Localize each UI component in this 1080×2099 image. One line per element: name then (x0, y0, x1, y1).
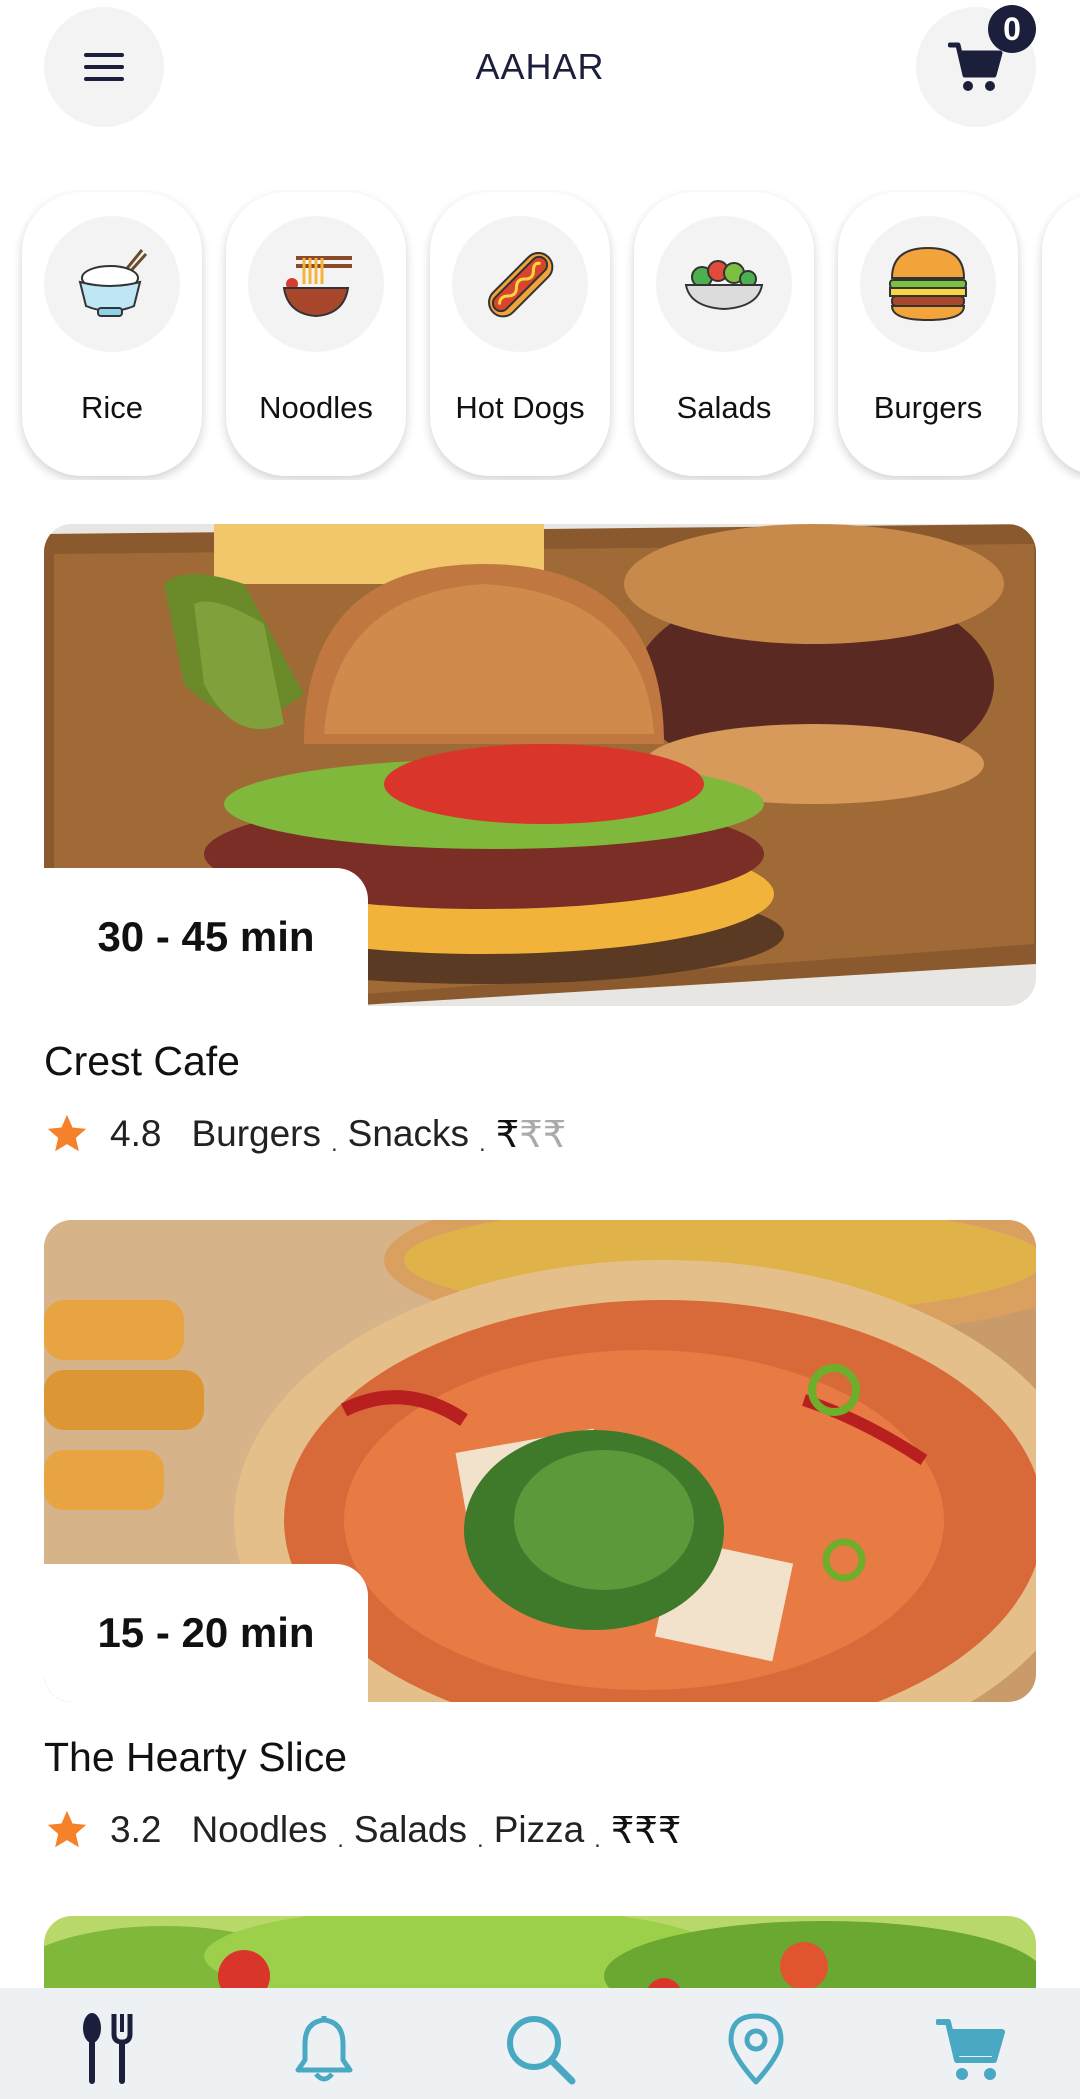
category-rice[interactable]: Rice (22, 192, 202, 476)
category-label: Hot Dogs (455, 390, 585, 425)
rating-value: 4.8 (110, 1113, 162, 1154)
restaurant-meta: 3.2 Noodles . Salads . Pizza . ₹₹₹ (44, 1807, 1036, 1853)
cuisine-tag: Salads (353, 1809, 468, 1850)
burger-photo: 30 - 45 min (44, 524, 1036, 1006)
separator-dot: . (594, 1826, 601, 1853)
rating-value: 3.2 (110, 1809, 162, 1850)
category-noodles[interactable]: Noodles (226, 192, 406, 476)
cart-icon (936, 2018, 1005, 2080)
category-icon-holder (656, 216, 792, 352)
search-icon (507, 2015, 576, 2084)
category-icon-holder (44, 216, 180, 352)
pizza-photo: 15 - 20 min (44, 1220, 1036, 1702)
category-icon-holder (248, 216, 384, 352)
cart-count-badge: 0 (988, 5, 1036, 53)
app-header: AAHAR 0 (0, 0, 1080, 140)
cuisine-tag: Snacks (347, 1113, 470, 1154)
price-level-active: ₹₹₹ (610, 1809, 682, 1851)
bell-icon (295, 2015, 353, 2081)
star-icon (47, 1114, 87, 1152)
fork-knife-icon (83, 2012, 133, 2084)
cuisine-tag: Noodles (191, 1809, 328, 1850)
nav-restaurants[interactable] (63, 2004, 153, 2094)
category-carousel[interactable]: Rice Noodles Hot Dogs Salads Burgers (0, 190, 1080, 480)
category-icon-holder (452, 216, 588, 352)
separator-dot: . (477, 1826, 484, 1853)
noodles-bowl-icon (282, 256, 352, 318)
salad-bowl-icon (684, 260, 764, 311)
restaurant-name: Crest Cafe (44, 1038, 240, 1084)
delivery-time-tag: 15 - 20 min (44, 1564, 368, 1702)
bottom-navigation (0, 1988, 1080, 2099)
nav-notifications[interactable] (279, 2004, 369, 2094)
category-label: Noodles (259, 390, 373, 425)
restaurant-card[interactable]: 30 - 45 min Crest Cafe 4.8 Burgers . Sna… (44, 524, 1036, 1157)
nav-search[interactable] (495, 2004, 585, 2094)
price-level-active: ₹ (495, 1113, 520, 1155)
separator-dot: . (337, 1826, 344, 1853)
category-burgers[interactable]: Burgers (838, 192, 1018, 476)
restaurant-card[interactable]: 15 - 20 min The Hearty Slice 3.2 Noodles… (44, 1220, 1036, 1853)
rice-bowl-icon (78, 249, 148, 317)
category-icon-holder (860, 216, 996, 352)
nav-cart[interactable] (927, 2004, 1017, 2094)
separator-dot: . (331, 1130, 338, 1157)
restaurant-meta: 4.8 Burgers . Snacks . ₹ ₹₹ (44, 1111, 1036, 1157)
category-hot-dogs[interactable]: Hot Dogs (430, 192, 610, 476)
category-label: Rice (80, 390, 143, 425)
restaurant-name: The Hearty Slice (44, 1734, 348, 1780)
separator-dot: . (479, 1130, 486, 1157)
cuisine-tag: Burgers (191, 1113, 321, 1154)
cart-icon (948, 42, 1003, 91)
location-pin-icon (728, 2013, 784, 2084)
category-next-partial[interactable] (1042, 192, 1080, 476)
star-icon (47, 1810, 87, 1848)
category-salads[interactable]: Salads (634, 192, 814, 476)
burger-icon (889, 246, 967, 322)
nav-location[interactable] (711, 2004, 801, 2094)
hot-dog-icon (488, 252, 554, 318)
price-level-inactive: ₹₹ (519, 1113, 567, 1155)
category-label: Burgers (873, 390, 983, 425)
category-label: Salads (676, 390, 772, 425)
cuisine-tag: Pizza (493, 1809, 585, 1850)
delivery-time-tag: 30 - 45 min (44, 868, 368, 1006)
